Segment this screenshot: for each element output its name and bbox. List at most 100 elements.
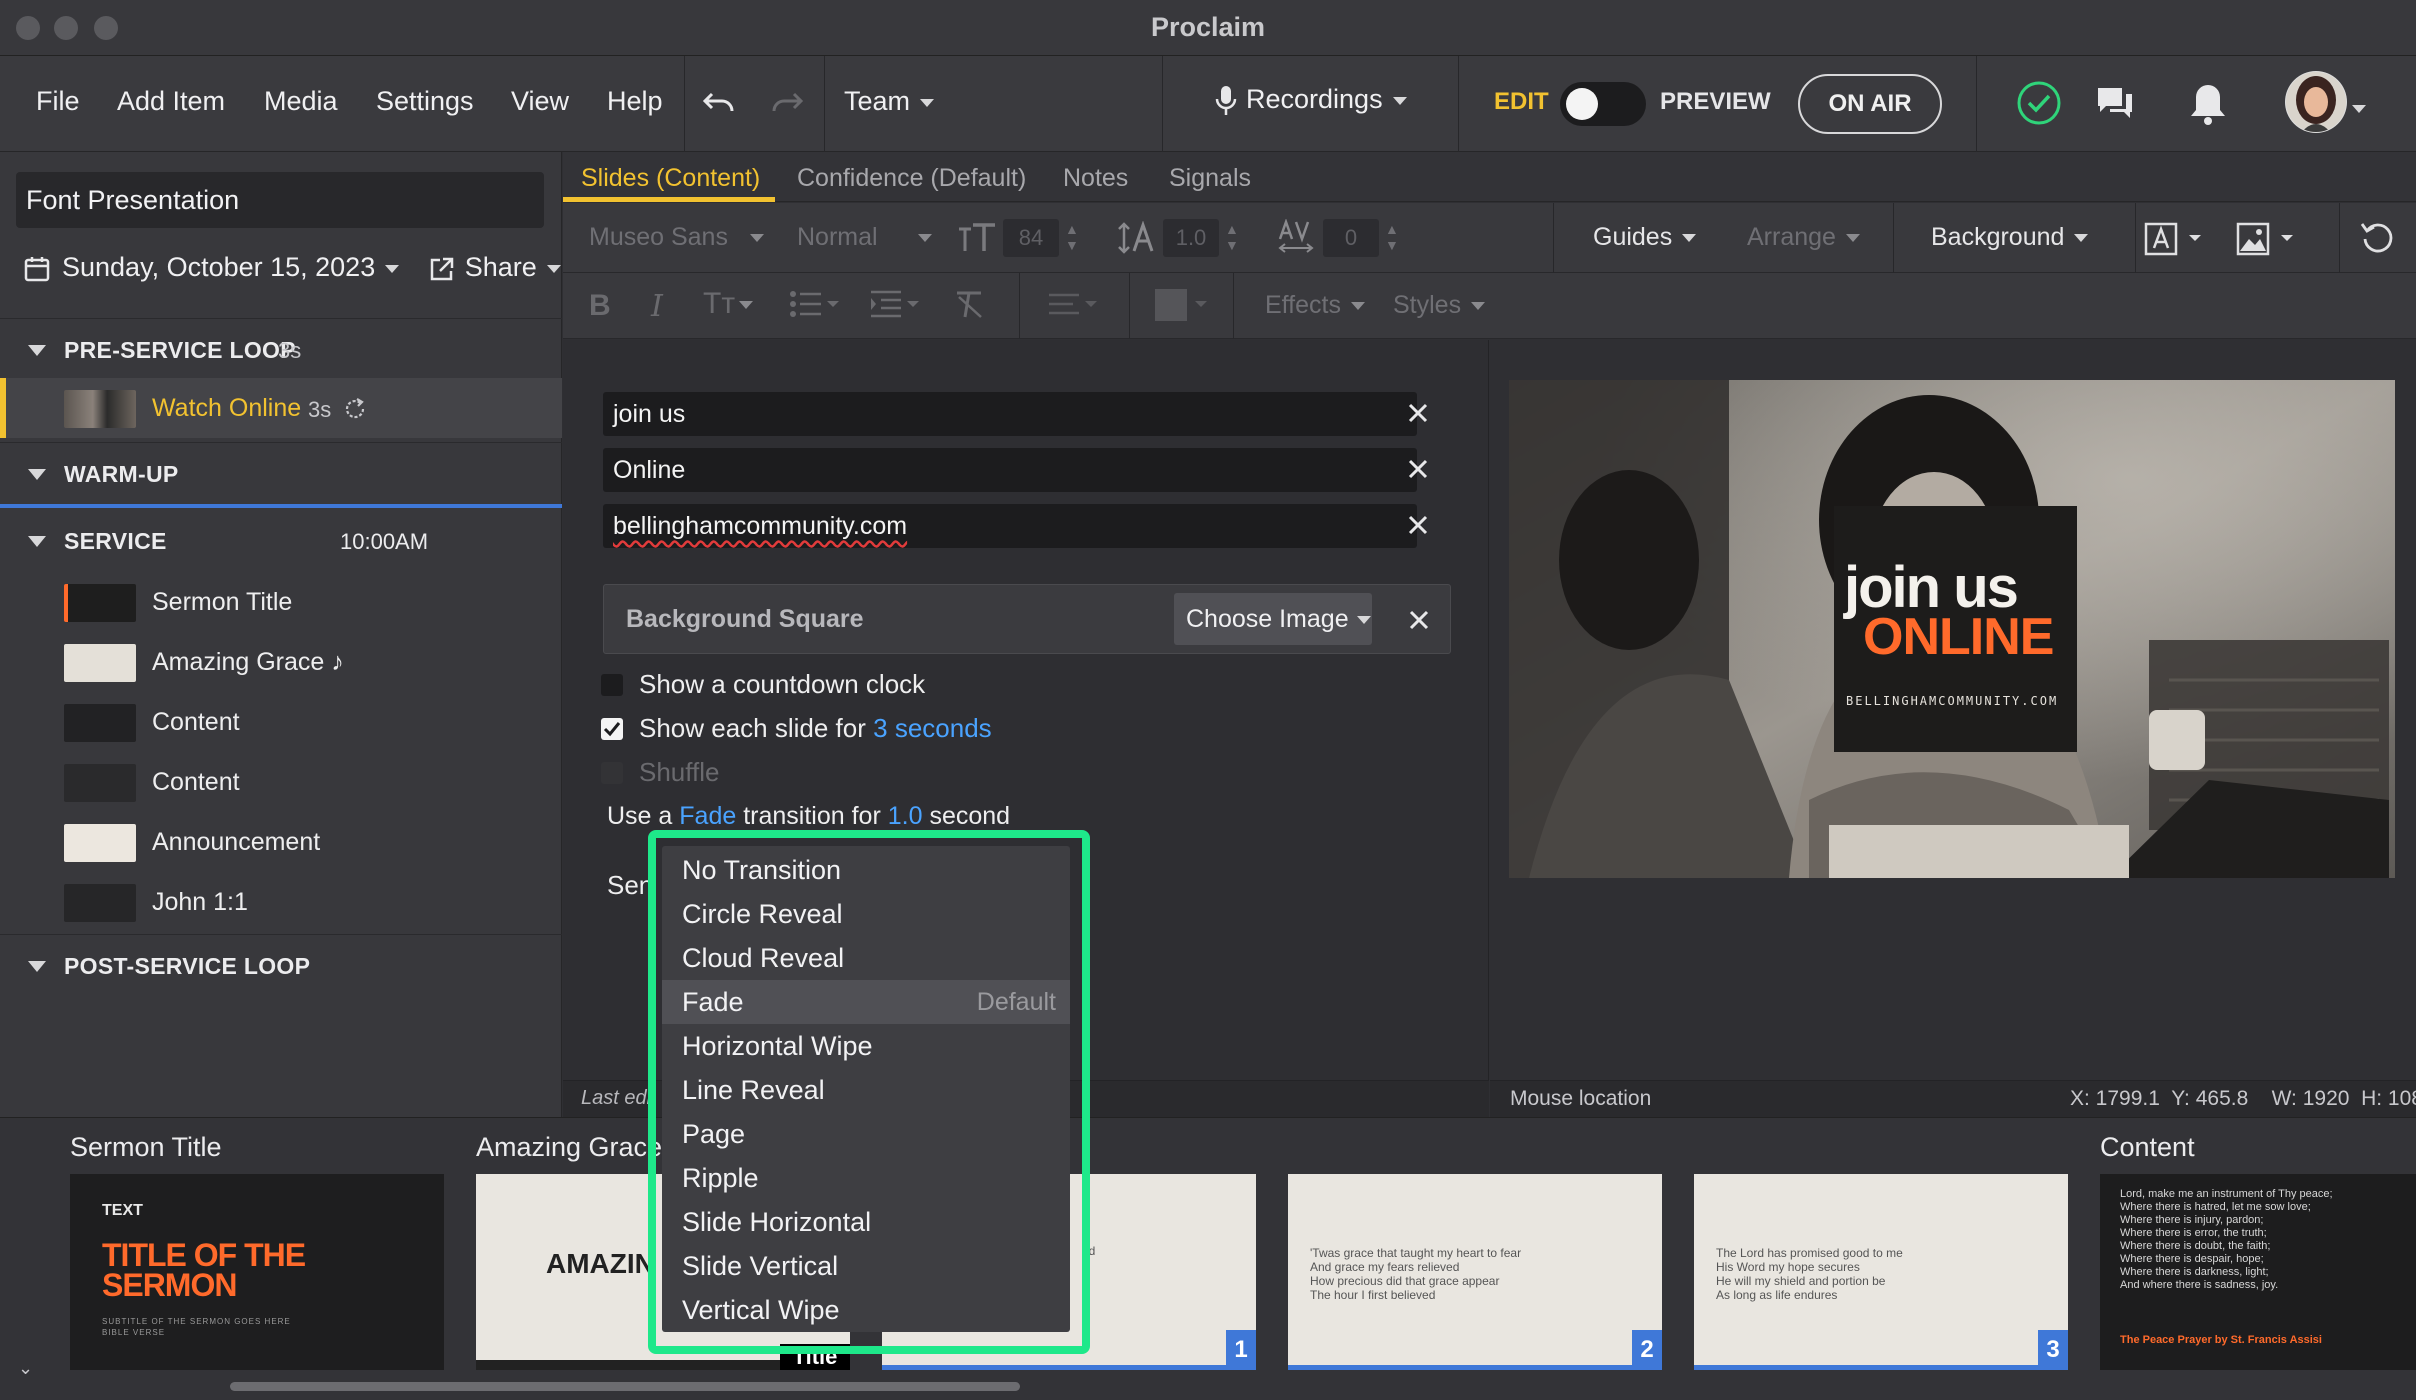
transition-row: Use a Fade transition for 1.0 second (607, 802, 1010, 831)
preview-mode-label[interactable]: PREVIEW (1660, 88, 1771, 116)
indent-icon[interactable] (869, 289, 925, 319)
line-height-stepper[interactable]: ▲ ▼ (1225, 221, 1239, 253)
menu-help[interactable]: Help (607, 86, 663, 117)
clear-format-icon[interactable] (953, 287, 987, 321)
last-edited-text: Last edi (581, 1087, 652, 1109)
tab-slides-content[interactable]: Slides (Content) (581, 164, 760, 193)
chevron-down-icon[interactable]: ⌄ (18, 1358, 33, 1379)
font-size-input[interactable]: 84 (1003, 219, 1059, 257)
filmstrip-slide[interactable]: 'Twas grace that taught my heart to fear… (1288, 1174, 1662, 1370)
sidebar-item-amazing-grace[interactable]: Amazing Grace ♪ (0, 632, 562, 692)
font-family-dropdown[interactable]: Museo Sans (589, 223, 764, 252)
menu-media[interactable]: Media (264, 86, 338, 117)
recordings-dropdown[interactable]: Recordings (1214, 84, 1407, 118)
transition-type-link[interactable]: Fade (679, 802, 736, 830)
menu-view[interactable]: View (511, 86, 569, 117)
show-each-slide-checkbox[interactable] (601, 718, 623, 740)
section-post-service-loop[interactable]: POST-SERVICE LOOP (0, 934, 562, 994)
sidebar-item-sermon-title[interactable]: Sermon Title (0, 572, 562, 632)
line-height-input[interactable]: 1.0 (1163, 219, 1219, 257)
transition-option-circle-reveal[interactable]: Circle Reveal (662, 892, 1070, 936)
font-size-stepper[interactable]: ▲ ▼ (1065, 221, 1079, 253)
bullet-list-icon[interactable] (789, 289, 845, 319)
service-date-dropdown[interactable]: Sunday, October 15, 2023 (62, 252, 375, 282)
transition-option-cloud-reveal[interactable]: Cloud Reveal (662, 936, 1070, 980)
slide-preview[interactable]: join us ONLINE BELLINGHAMCOMMUNITY.COM (1509, 380, 2395, 878)
remove-field-icon[interactable] (1403, 454, 1433, 484)
styles-dropdown[interactable]: Styles (1393, 291, 1486, 320)
transition-option-page[interactable]: Page (662, 1112, 1070, 1156)
shuffle-checkbox[interactable] (601, 762, 623, 784)
transition-option-fade[interactable]: Fade Default (662, 980, 1070, 1024)
filmstrip-slide[interactable]: Lord, make me an instrument of Thy peace… (2100, 1174, 2416, 1370)
section-pre-service-loop[interactable]: PRE-SERVICE LOOP 3s (0, 318, 562, 378)
transition-option-vertical-wipe[interactable]: Vertical Wipe (662, 1288, 1070, 1332)
menu-add-item[interactable]: Add Item (117, 86, 225, 117)
countdown-checkbox[interactable] (601, 674, 623, 696)
notification-bell-icon[interactable] (2188, 82, 2228, 126)
section-warm-up[interactable]: WARM-UP (0, 442, 562, 502)
transition-option-slide-vertical[interactable]: Slide Vertical (662, 1244, 1070, 1288)
on-air-button[interactable]: ON AIR (1798, 74, 1942, 134)
sidebar-item-content[interactable]: Content (0, 692, 562, 752)
bold-icon[interactable]: B (589, 289, 611, 323)
sidebar-item-content-2[interactable]: Content (0, 752, 562, 812)
slide-duration-link[interactable]: 3 seconds (873, 713, 992, 743)
text-field-line-3[interactable]: bellinghamcommunity.com (603, 504, 1417, 548)
avatar-menu-caret[interactable] (2352, 100, 2366, 118)
menu-settings[interactable]: Settings (376, 86, 474, 117)
remove-field-icon[interactable] (1403, 398, 1433, 428)
tab-notes[interactable]: Notes (1063, 164, 1128, 193)
menu-bar: File Add Item Media Settings View Help T… (0, 56, 2416, 152)
text-field-line-1[interactable]: join us (603, 392, 1417, 436)
letter-spacing-input[interactable]: 0 (1323, 219, 1379, 257)
sidebar-item-announcement[interactable]: Announcement (0, 812, 562, 872)
text-color-picker[interactable] (1153, 287, 1213, 323)
transition-option-horizontal-wipe[interactable]: Horizontal Wipe (662, 1024, 1070, 1068)
arrange-dropdown[interactable]: Arrange (1747, 223, 1860, 252)
filmstrip-slide[interactable]: The Lord has promised good to me His Wor… (1694, 1174, 2068, 1370)
reset-icon[interactable] (2359, 219, 2397, 257)
font-weight-dropdown[interactable]: Normal (797, 223, 932, 252)
text-box-icon[interactable] (2143, 221, 2213, 257)
team-dropdown[interactable]: Team (844, 86, 935, 117)
sidebar-item-john-1-1[interactable]: John 1:1 (0, 872, 562, 932)
transition-option-line-reveal[interactable]: Line Reveal (662, 1068, 1070, 1112)
choose-image-dropdown[interactable]: Choose Image (1174, 593, 1372, 645)
chat-icon[interactable] (2094, 82, 2136, 124)
user-avatar[interactable] (2284, 70, 2348, 134)
letter-spacing-stepper[interactable]: ▲ ▼ (1385, 221, 1399, 253)
presentation-name-field[interactable]: Font Presentation (16, 172, 544, 228)
effects-dropdown[interactable]: Effects (1265, 291, 1365, 320)
text-case-icon[interactable]: Tт (703, 287, 754, 321)
transition-duration-link[interactable]: 1.0 (888, 802, 923, 830)
italic-icon[interactable]: I (651, 289, 663, 324)
guides-dropdown[interactable]: Guides (1593, 223, 1697, 252)
image-icon[interactable] (2235, 221, 2305, 257)
share-dropdown[interactable]: Share (465, 252, 537, 282)
section-service[interactable]: SERVICE 10:00AM (0, 510, 562, 570)
tab-confidence[interactable]: Confidence (Default) (797, 164, 1026, 193)
thumb-title: AMAZIN (546, 1248, 655, 1279)
filmstrip-slide[interactable]: TEXT TITLE OF THE SERMON SUBTITLE OF THE… (70, 1174, 444, 1370)
menu-file[interactable]: File (36, 86, 80, 117)
transition-option-ripple[interactable]: Ripple (662, 1156, 1070, 1200)
background-dropdown[interactable]: Background (1931, 223, 2089, 252)
sidebar-item-watch-online[interactable]: Watch Online 3s (0, 378, 562, 438)
align-icon[interactable] (1047, 289, 1103, 319)
edit-mode-label[interactable]: EDIT (1494, 88, 1549, 116)
text-field-line-2[interactable]: Online (603, 448, 1417, 492)
remove-field-icon[interactable] (1403, 510, 1433, 540)
divider (1162, 56, 1163, 152)
mouse-location-label: Mouse location (1510, 1087, 1652, 1110)
item-thumbnail (64, 704, 136, 742)
filmstrip-scrollbar[interactable] (230, 1382, 1020, 1391)
tab-signals[interactable]: Signals (1169, 164, 1251, 193)
transition-option-slide-horizontal[interactable]: Slide Horizontal (662, 1200, 1070, 1244)
redo-icon[interactable] (770, 88, 804, 118)
edit-preview-toggle[interactable] (1560, 82, 1646, 126)
transition-option-no-transition[interactable]: No Transition (662, 848, 1070, 892)
undo-icon[interactable] (702, 88, 736, 118)
sync-status-icon[interactable] (2016, 80, 2062, 126)
remove-field-icon[interactable] (1404, 605, 1434, 635)
